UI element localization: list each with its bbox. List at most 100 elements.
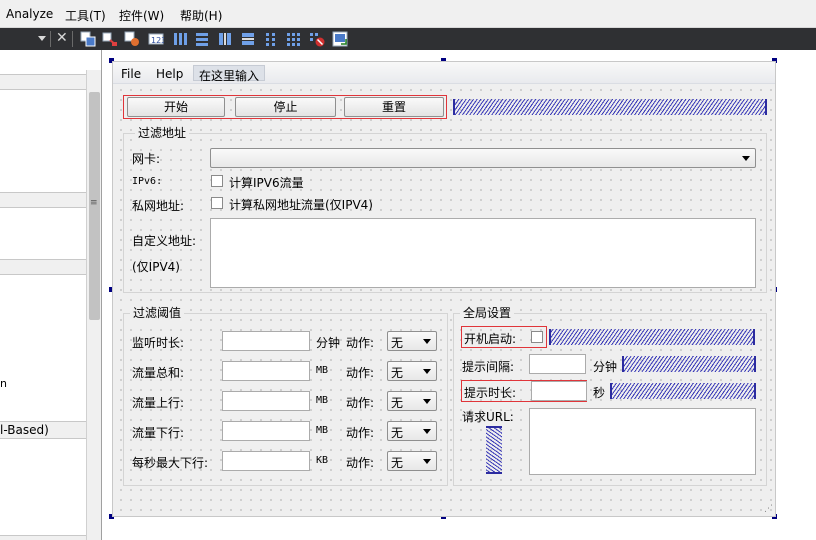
nic-label: 网卡:: [132, 152, 161, 166]
threshold-unit: 分钟: [316, 336, 341, 350]
action-combobox-value: 无: [391, 396, 404, 410]
private-address-label: 私网地址:: [132, 199, 185, 213]
chevron-down-icon: [423, 399, 431, 404]
chevron-down-icon: [423, 369, 431, 374]
break-layout-icon[interactable]: [309, 31, 325, 47]
duration-input[interactable]: [531, 381, 587, 401]
toolbar-dropdown-arrow-icon[interactable]: [38, 36, 46, 41]
ipv6-checkbox[interactable]: [211, 175, 223, 187]
action-label: 动作:: [346, 366, 375, 380]
toolbar-separator: [50, 31, 51, 47]
size-grip-icon[interactable]: ⋰: [764, 504, 773, 514]
threshold-input[interactable]: [222, 361, 310, 381]
close-icon[interactable]: ✕: [56, 30, 68, 46]
autostart-label: 开机启动:: [464, 332, 517, 346]
global-settings-title: 全局设置: [460, 304, 515, 321]
threshold-input[interactable]: [222, 391, 310, 411]
interval-label: 提示间隔:: [462, 360, 515, 374]
action-label: 动作:: [346, 456, 375, 470]
layout-vertical-icon[interactable]: [194, 31, 210, 47]
filter-threshold-title: 过滤阈值: [130, 304, 185, 321]
threshold-unit: MB: [316, 365, 329, 376]
edit-widgets-icon[interactable]: [80, 31, 96, 47]
horizontal-spacer[interactable]: [610, 383, 756, 399]
threshold-unit: MB: [316, 425, 329, 436]
designer-form[interactable]: File Help 在这里输入 开始 停止 重置 过滤地址 网卡: IPv6: …: [112, 61, 776, 517]
edit-tab-order-icon[interactable]: 123: [148, 31, 164, 47]
threshold-input[interactable]: [222, 331, 310, 351]
form-menu-file[interactable]: File: [121, 67, 141, 81]
ipv6-checkbox-label[interactable]: 计算IPV6流量: [229, 174, 304, 191]
side-panel-section-header[interactable]: [0, 192, 86, 208]
layout-vertical-splitter-icon[interactable]: [240, 31, 256, 47]
layout-grid-icon[interactable]: [286, 31, 302, 47]
start-button[interactable]: 开始: [127, 97, 225, 117]
private-address-checkbox-label[interactable]: 计算私网地址流量(仅IPV4): [229, 196, 373, 213]
url-label: 请求URL:: [462, 410, 514, 424]
designer-toolbar: ✕ 123: [0, 28, 816, 50]
menu-tools[interactable]: 工具(T): [65, 7, 106, 24]
threshold-unit: KB: [316, 455, 329, 466]
duration-unit: 秒: [593, 386, 606, 400]
side-panel-scrollbar[interactable]: ≡: [86, 70, 101, 540]
form-menu-help[interactable]: Help: [156, 67, 183, 81]
action-label: 动作:: [346, 396, 375, 410]
action-combobox[interactable]: 无: [387, 451, 437, 471]
side-panel-section-header[interactable]: l-Based): [0, 421, 86, 439]
vertical-spacer[interactable]: [486, 426, 502, 474]
threshold-label: 每秒最大下行:: [132, 456, 209, 470]
menu-help[interactable]: 帮助(H): [180, 7, 222, 24]
custom-address-note: (仅IPV4): [132, 260, 180, 274]
menu-analyze[interactable]: Analyze: [6, 7, 53, 21]
menu-widgets[interactable]: 控件(W): [119, 7, 164, 24]
adjust-size-icon[interactable]: [332, 31, 348, 47]
threshold-label: 流量总和:: [132, 366, 185, 380]
grip-icon: ≡: [90, 198, 98, 208]
action-combobox-value: 无: [391, 456, 404, 470]
stop-button[interactable]: 停止: [235, 97, 336, 117]
edit-buddies-icon[interactable]: [124, 31, 140, 47]
threshold-input[interactable]: [222, 451, 310, 471]
nic-combobox[interactable]: [210, 148, 756, 168]
form-menubar: File Help 在这里输入: [113, 62, 775, 84]
action-combobox-value: 无: [391, 426, 404, 440]
threshold-input[interactable]: [222, 421, 310, 441]
side-panel: n l-Based) ≡: [0, 50, 102, 540]
action-label: 动作:: [346, 426, 375, 440]
edit-signals-slots-icon[interactable]: [102, 31, 118, 47]
horizontal-spacer[interactable]: [549, 329, 755, 345]
layout-horizontal-icon[interactable]: [172, 31, 188, 47]
private-address-checkbox[interactable]: [211, 197, 223, 209]
interval-input[interactable]: [529, 354, 586, 374]
designer-menubar: Analyze 工具(T) 控件(W) 帮助(H): [0, 0, 816, 28]
custom-address-label: 自定义地址:: [132, 234, 197, 248]
horizontal-spacer[interactable]: [453, 99, 767, 115]
url-textedit[interactable]: [529, 408, 756, 475]
scrollbar-thumb[interactable]: ≡: [89, 92, 100, 320]
layout-horizontal-splitter-icon[interactable]: [217, 31, 233, 47]
action-combobox-value: 无: [391, 366, 404, 380]
action-combobox[interactable]: 无: [387, 421, 437, 441]
side-panel-section-header[interactable]: [0, 259, 86, 275]
action-combobox[interactable]: 无: [387, 331, 437, 351]
threshold-label: 监听时长:: [132, 336, 185, 350]
chevron-down-icon: [423, 429, 431, 434]
toolbar-separator: [72, 31, 73, 47]
side-panel-section-header[interactable]: [0, 535, 86, 540]
custom-address-textedit[interactable]: [210, 218, 756, 288]
side-panel-item-text: n: [0, 377, 7, 390]
threshold-label: 流量上行:: [132, 396, 185, 410]
side-panel-section-header[interactable]: [0, 74, 86, 90]
layout-form-icon[interactable]: [263, 31, 279, 47]
autostart-checkbox[interactable]: [531, 331, 543, 343]
action-combobox-value: 无: [391, 336, 404, 350]
threshold-label: 流量下行:: [132, 426, 185, 440]
horizontal-spacer[interactable]: [622, 356, 756, 372]
action-combobox[interactable]: 无: [387, 361, 437, 381]
reset-button[interactable]: 重置: [344, 97, 444, 117]
action-label: 动作:: [346, 336, 375, 350]
action-combobox[interactable]: 无: [387, 391, 437, 411]
form-menu-type-here[interactable]: 在这里输入: [193, 65, 266, 83]
duration-label: 提示时长:: [464, 386, 517, 400]
filter-address-title: 过滤地址: [135, 124, 190, 141]
